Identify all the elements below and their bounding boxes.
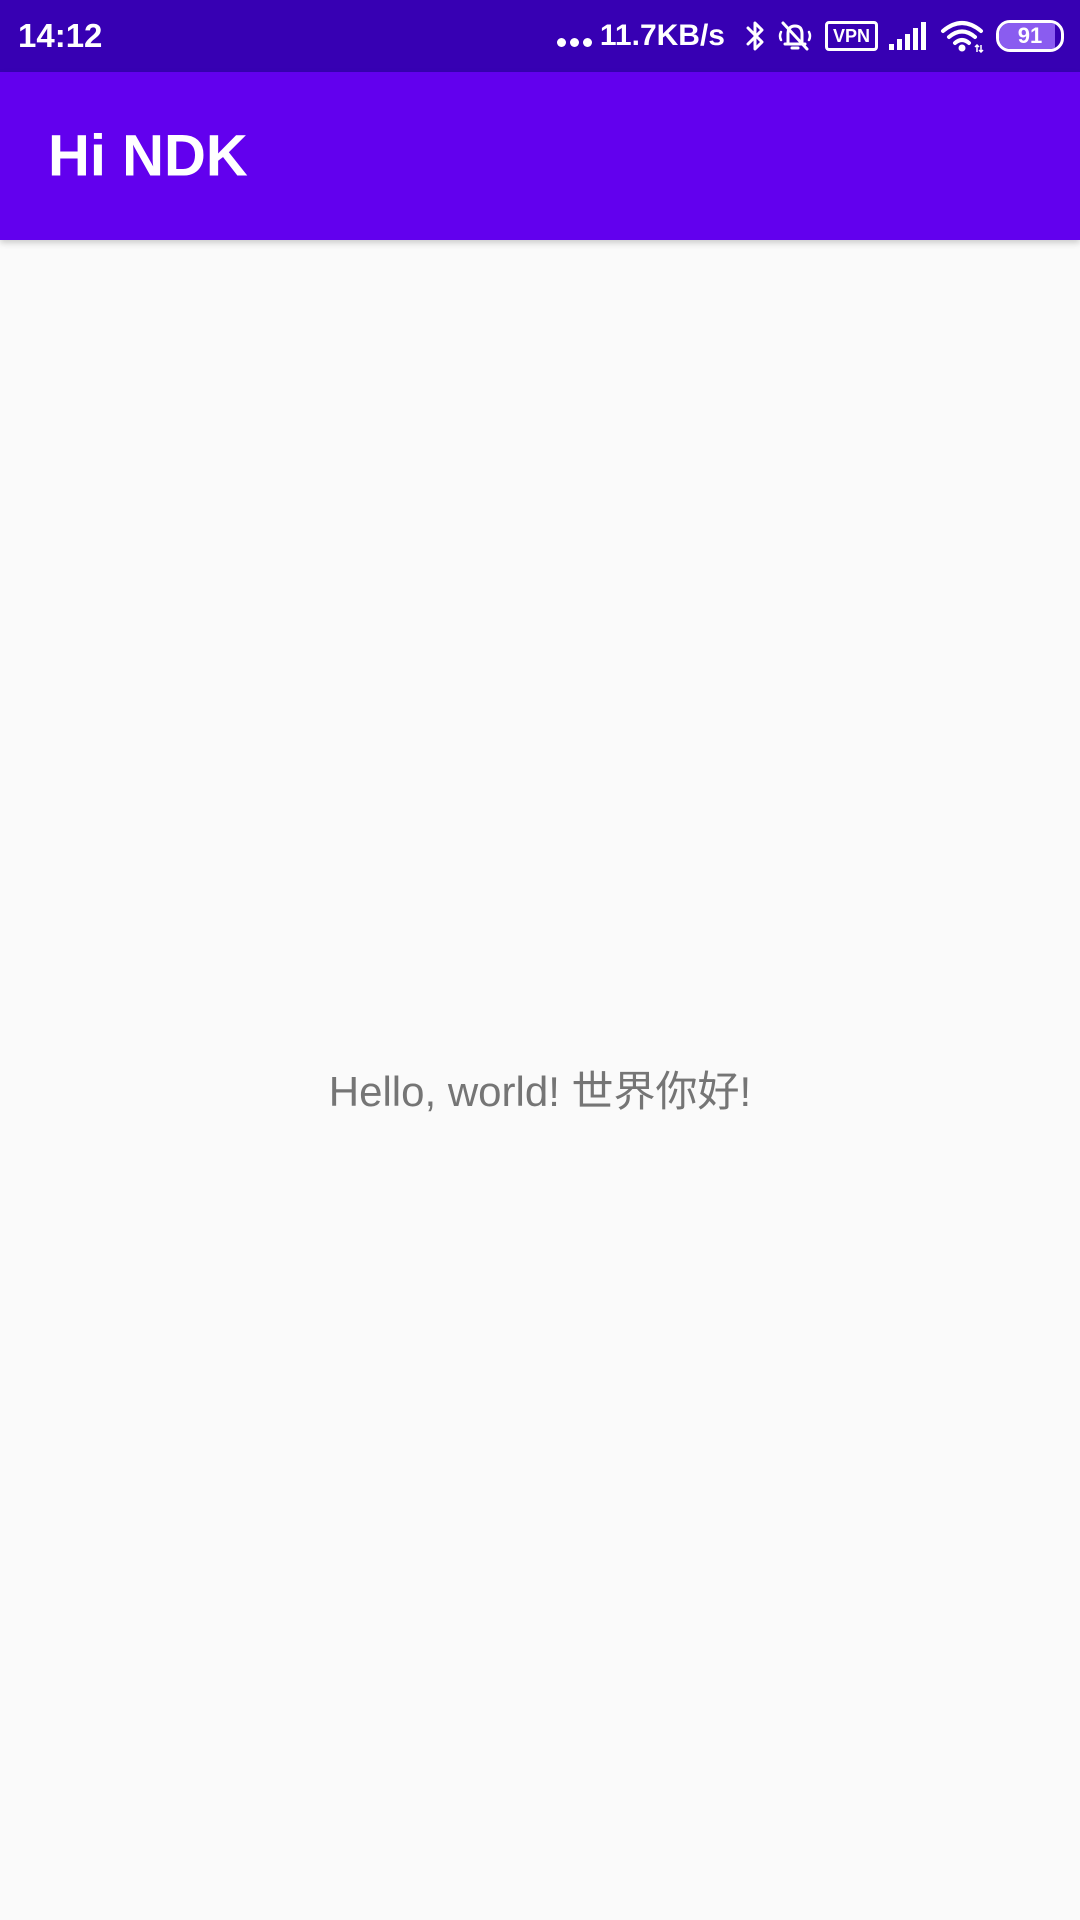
app-screen: 14:12 11.7KB/s VPN 91 Hi NDK Hello, worl… xyxy=(0,0,1080,1920)
main-content: Hello, world! 世界你好! xyxy=(0,240,1080,1920)
status-icons: 11.7KB/s VPN 91 xyxy=(556,0,1064,72)
wifi-icon xyxy=(940,19,984,53)
signal-icon xyxy=(888,20,930,52)
hello-message: Hello, world! 世界你好! xyxy=(328,1068,752,1115)
app-bar: Hi NDK xyxy=(0,72,1080,240)
vpn-icon: VPN xyxy=(824,21,878,51)
bluetooth-icon xyxy=(745,19,767,53)
status-bar: 14:12 11.7KB/s VPN 91 xyxy=(0,0,1080,72)
status-time: 14:12 xyxy=(18,17,103,54)
more-dots-icon xyxy=(556,21,596,51)
battery-percent: 91 xyxy=(1017,23,1043,48)
network-speed: 11.7KB/s xyxy=(599,19,725,52)
mute-vibrate-icon xyxy=(777,19,813,53)
battery-icon: 91 xyxy=(996,20,1064,52)
app-title: Hi NDK xyxy=(48,123,248,189)
